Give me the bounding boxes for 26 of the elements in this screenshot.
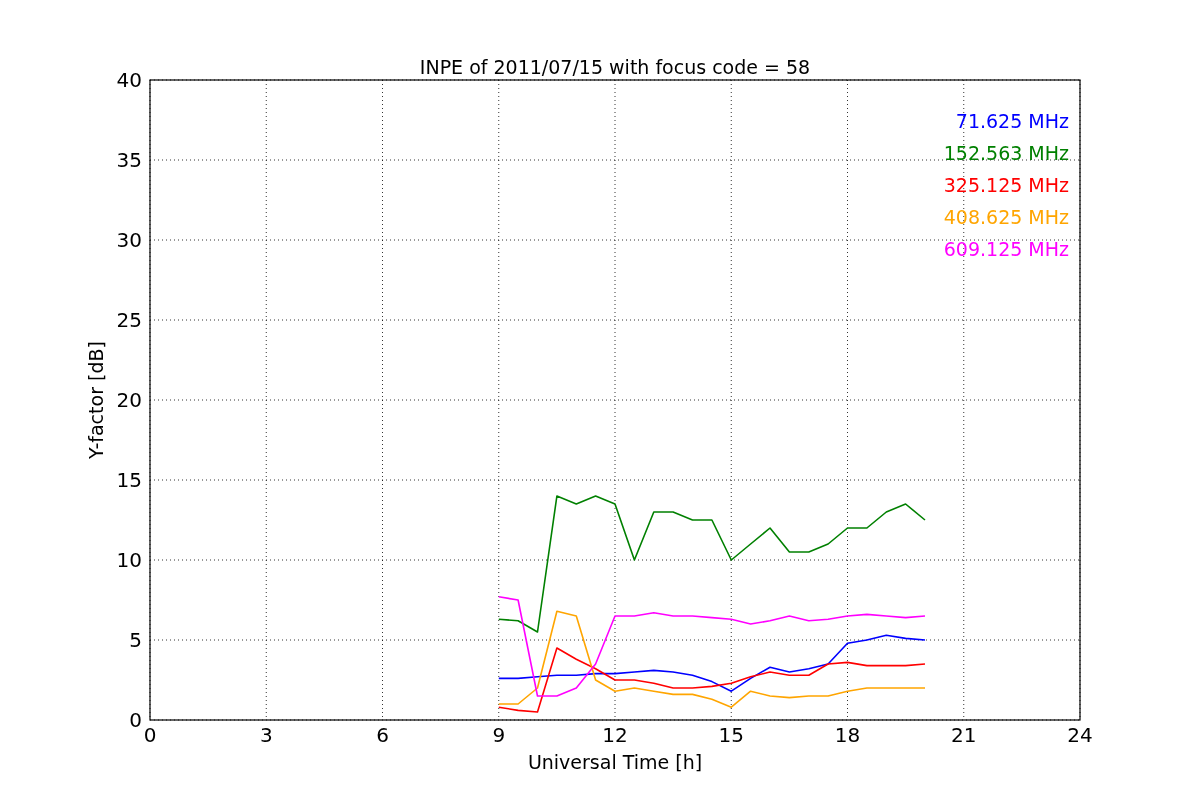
tick-label: 6 bbox=[376, 723, 389, 747]
tick-label: 12 bbox=[602, 723, 628, 747]
tick-label: 10 bbox=[116, 548, 142, 572]
chart-title: INPE of 2011/07/15 with focus code = 58 bbox=[419, 56, 811, 78]
legend-label: 71.625 MHz bbox=[955, 110, 1069, 132]
tick-label: 18 bbox=[834, 723, 861, 747]
tick-label: 0 bbox=[143, 723, 157, 747]
tick-label: 9 bbox=[492, 723, 506, 747]
tick-label: 20 bbox=[116, 388, 142, 412]
tick-label: 15 bbox=[116, 468, 142, 492]
tick-label: 40 bbox=[116, 68, 142, 92]
tick-label: 15 bbox=[718, 723, 744, 747]
legend-label: 152.563 MHz bbox=[943, 142, 1069, 164]
x-axis-label: Universal Time [h] bbox=[527, 751, 703, 773]
legend-label: 609.125 MHz bbox=[943, 238, 1069, 260]
tick-label: 3 bbox=[259, 723, 273, 747]
tick-label: 30 bbox=[116, 228, 142, 252]
tick-label: 21 bbox=[951, 723, 977, 747]
tick-label: 25 bbox=[116, 308, 142, 332]
legend-label: 325.125 MHz bbox=[943, 174, 1069, 196]
tick-label: 24 bbox=[1067, 723, 1093, 747]
legend-label: 408.625 MHz bbox=[943, 206, 1069, 228]
tick-label: 0 bbox=[129, 708, 142, 732]
y-axis-label: Y-factor [dB] bbox=[85, 341, 107, 459]
tick-label: 35 bbox=[116, 148, 142, 172]
tick-label: 5 bbox=[129, 628, 142, 652]
